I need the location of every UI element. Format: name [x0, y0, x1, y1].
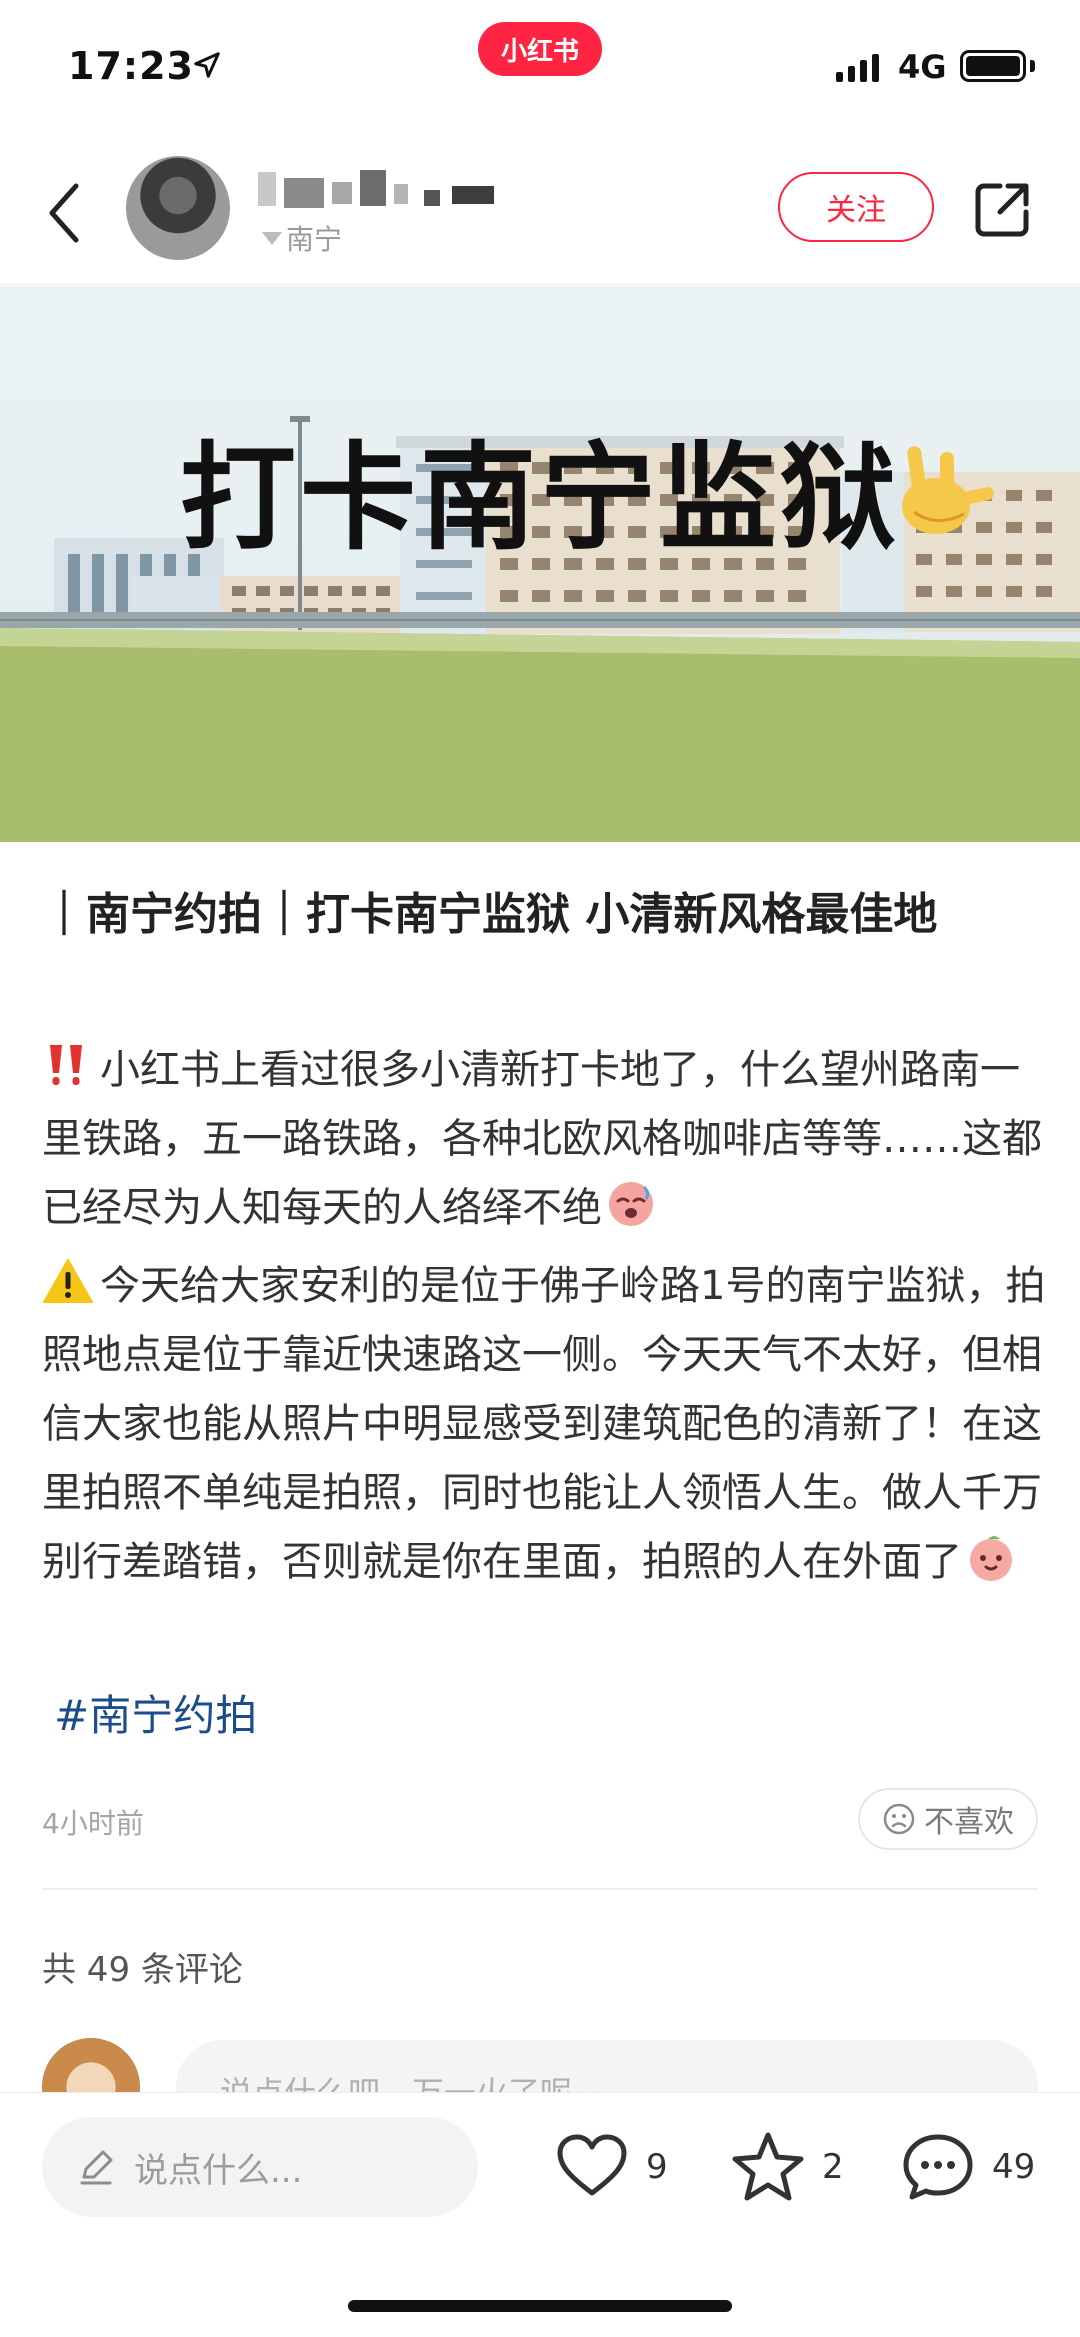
bottom-comment-input[interactable]: 说点什么... [42, 2117, 478, 2217]
comment-count: 共 49 条评论 [42, 1950, 243, 1990]
star-icon [732, 2132, 804, 2201]
battery-icon [960, 50, 1026, 82]
post-paragraph-2-text: 今天给大家安利的是位于佛子岭路1号的南宁监狱，拍照地点是位于靠近快速路这一侧。今… [42, 1263, 1046, 1585]
network-type: 4G [898, 48, 947, 86]
post-paragraph-2: 今天给大家安利的是位于佛子岭路1号的南宁监狱，拍照地点是位于靠近快速路这一侧。今… [42, 1252, 1052, 1597]
dislike-button[interactable]: 不喜欢 [858, 1788, 1038, 1850]
sad-face-icon [883, 1803, 915, 1835]
comment-total: 49 [992, 2147, 1036, 2187]
post-paragraph-1: 小红书上看过很多小清新打卡地了，什么望州路南一里铁路，五一路铁路，各种北欧风格咖… [42, 1036, 1052, 1243]
follow-button[interactable]: 关注 [778, 172, 934, 242]
app-badge: 小红书 [478, 22, 602, 76]
collect-count: 2 [822, 2147, 844, 2187]
battery-tip [1030, 60, 1035, 72]
chat-bubble-icon [903, 2134, 973, 2200]
divider [42, 1888, 1038, 1890]
warning-icon [43, 1259, 93, 1303]
peach-face-icon [970, 1536, 1012, 1581]
comment-button[interactable]: 49 [900, 2129, 1035, 2205]
collect-button[interactable]: 2 [730, 2129, 844, 2205]
post-image[interactable]: 打卡南宁监狱 [0, 286, 1080, 842]
post-title: ｜南宁约拍｜打卡南宁监狱 小清新风格最佳地 [42, 889, 938, 940]
author-location-text: 南宁 [286, 223, 343, 256]
post-paragraph-1-text: 小红书上看过很多小清新打卡地了，什么望州路南一里铁路，五一路铁路，各种北欧风格咖… [42, 1047, 1042, 1231]
status-time: 17:23 [68, 44, 194, 88]
like-button[interactable]: 9 [554, 2129, 668, 2205]
author-name-redacted[interactable] [258, 164, 538, 212]
pencil-icon [80, 2150, 113, 2185]
hashtag-link[interactable]: #南宁约拍 [54, 1682, 257, 1743]
post-time: 4小时前 [42, 1807, 144, 1840]
status-bar: 17:23 小红书 4G [0, 0, 1080, 140]
love-you-hand-icon [902, 446, 994, 534]
location-marker-icon [262, 231, 282, 245]
home-indicator[interactable] [348, 2300, 732, 2312]
like-count: 9 [646, 2147, 668, 2187]
share-icon[interactable] [972, 180, 1032, 240]
dislike-label: 不喜欢 [924, 1805, 1014, 1840]
bottom-input-placeholder: 说点什么... [134, 2150, 303, 2191]
sleepy-face-icon [609, 1182, 653, 1226]
heart-icon [557, 2134, 627, 2196]
double-exclamation-icon [50, 1045, 82, 1085]
back-icon[interactable] [42, 178, 90, 248]
author-avatar[interactable] [126, 156, 230, 260]
signal-icon [836, 52, 879, 82]
location-arrow-icon [194, 52, 220, 78]
author-location: 南宁 [262, 218, 342, 258]
post-header: 南宁 关注 [0, 140, 1080, 285]
